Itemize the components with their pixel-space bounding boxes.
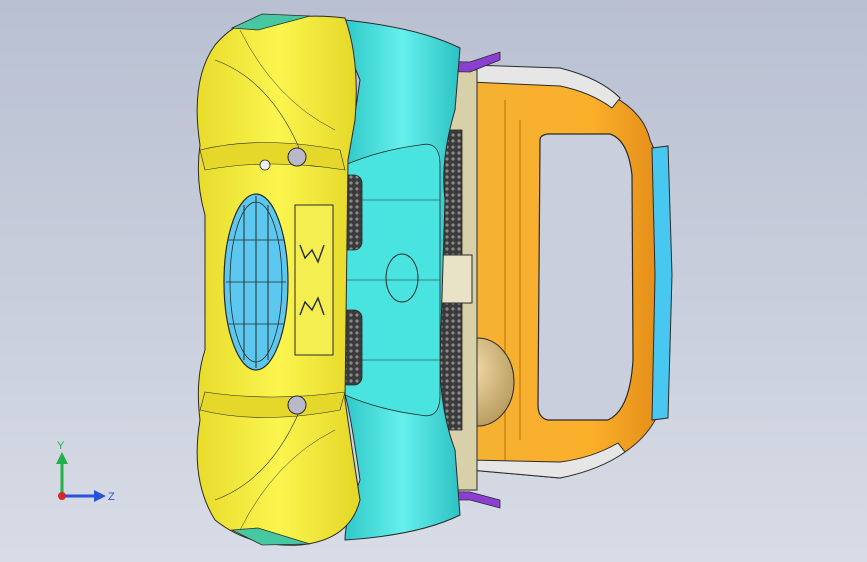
front-grille: [223, 193, 289, 371]
z-axis-label: Z: [108, 491, 115, 503]
graphics-viewport[interactable]: Y Z: [0, 0, 867, 562]
z-axis-arrow: [94, 490, 106, 502]
y-axis-arrow: [56, 452, 68, 464]
axis-triad: Y Z: [56, 440, 115, 503]
cyan-panel: [339, 19, 461, 541]
x-axis-dot: [58, 492, 66, 500]
y-axis-label: Y: [57, 440, 65, 452]
car-model[interactable]: [0, 0, 867, 562]
